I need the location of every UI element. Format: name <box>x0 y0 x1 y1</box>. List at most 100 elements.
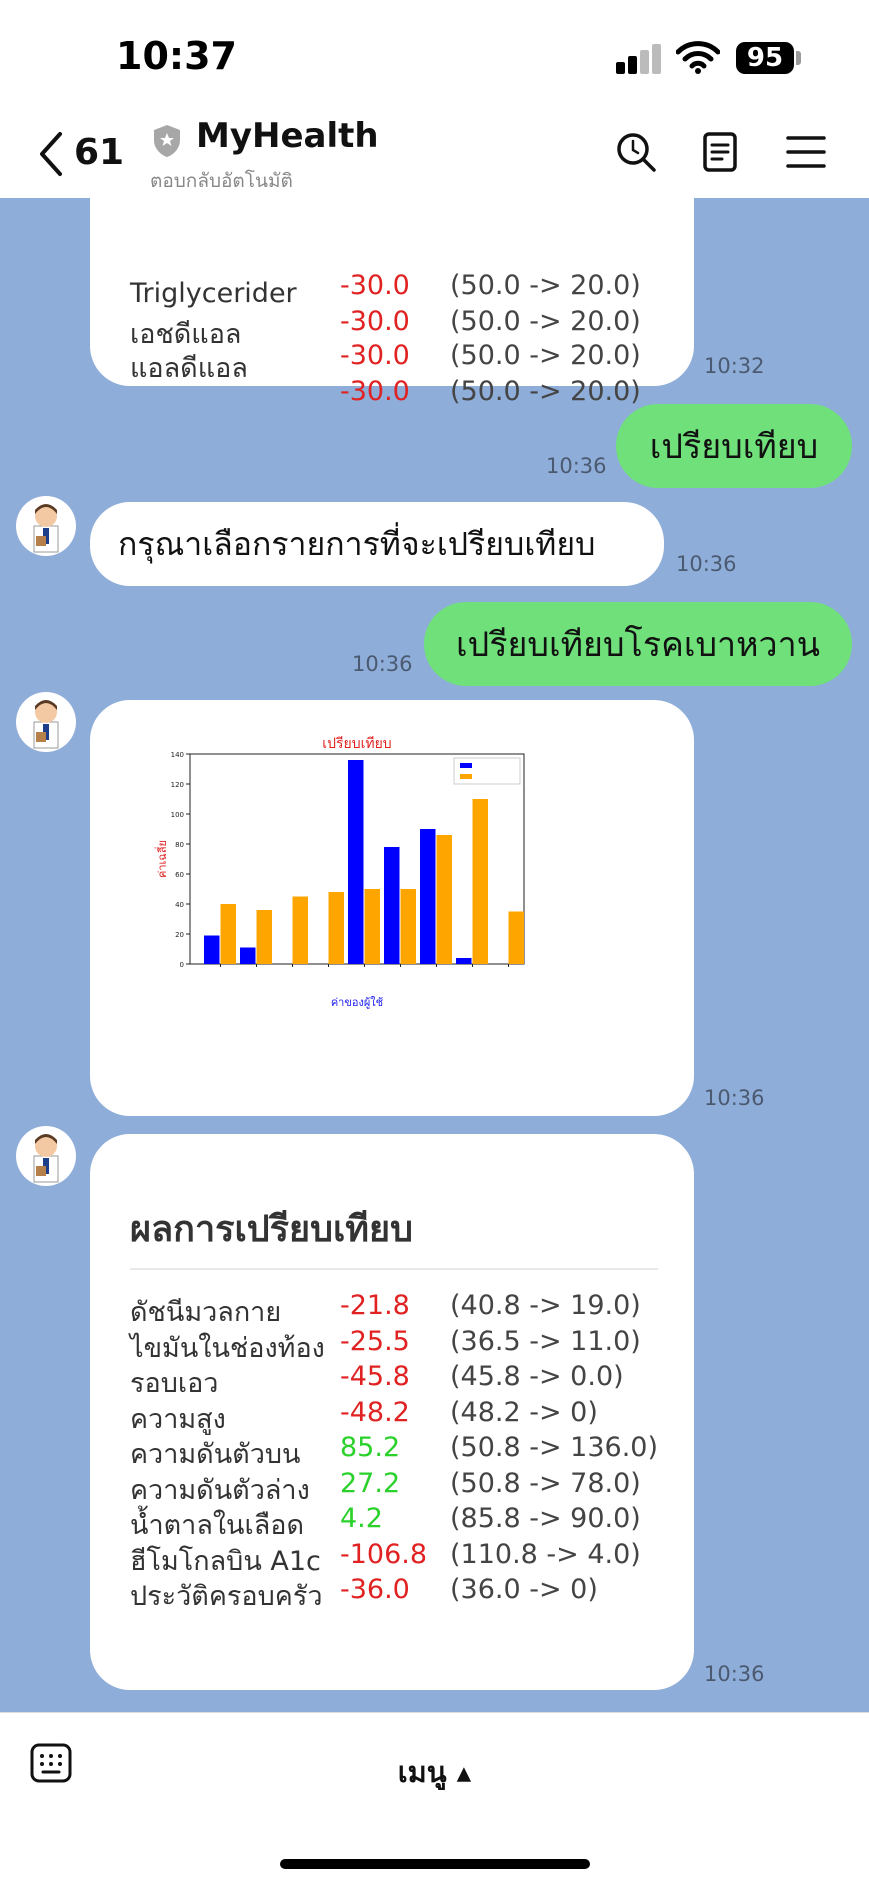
chart-bar <box>472 799 488 964</box>
chat-subtitle: ตอบกลับอัตโนมัติ <box>150 170 293 192</box>
chart-bar <box>256 910 272 964</box>
chart-message[interactable]: เปรียบเทียบค่าของผู้ใช้ ค่าเฉลี่ย 0 20 40 60 8… <box>90 700 694 1116</box>
doctor-avatar[interactable] <box>16 496 76 556</box>
chart-bar <box>348 760 364 964</box>
message-text: กรุณาเลือกรายการที่จะเปรียบเทียบ <box>118 524 596 563</box>
doctor-avatar-icon <box>33 504 59 553</box>
result-row-label: ประวัติครอบครัว <box>130 1581 323 1612</box>
chart-y-tick-label: 40 <box>175 901 184 909</box>
chart-y-tick-label: 80 <box>175 841 184 849</box>
chart-y-tick-label: 100 <box>171 811 184 819</box>
notes-icon[interactable] <box>698 130 742 174</box>
result-row-range: (50.8 -> 136.0) <box>450 1432 659 1463</box>
result-row-range: (45.8 -> 0.0) <box>450 1361 624 1392</box>
shield-icon <box>154 125 180 157</box>
chart-bar <box>384 847 400 964</box>
result-row-diff: 85.2 <box>340 1432 401 1463</box>
bot-message-prompt: กรุณาเลือกรายการที่จะเปรียบเทียบ <box>90 502 664 586</box>
row-range: (50.0 -> 20.0) <box>450 376 641 407</box>
chart-bar <box>204 935 220 964</box>
result-row-range: (85.8 -> 90.0) <box>450 1503 641 1534</box>
result-row-range: (110.8 -> 4.0) <box>450 1538 641 1570</box>
row-diff: -30.0 <box>340 270 410 301</box>
chart-bar <box>400 889 416 964</box>
doctor-avatar[interactable] <box>16 1126 76 1186</box>
chat-area[interactable]: Triglycerider -30.0 (50.0 -> 20.0) เอชดีแอล… <box>0 198 869 1712</box>
chat-header: 61 MyHealth ตอบกลับอัตโนมัติ <box>0 110 869 198</box>
rich-menu-toggle[interactable]: เมนู ▴ <box>0 1749 869 1795</box>
result-row-diff: -21.8 <box>340 1290 410 1321</box>
status-bar: 10:37 95 <box>0 0 869 110</box>
home-indicator <box>280 1859 590 1869</box>
message-time: 10:36 <box>704 1662 765 1686</box>
message-time: 10:36 <box>704 1086 765 1110</box>
comparison-bar-chart[interactable]: เปรียบเทียบค่าของผู้ใช้ ค่าเฉลี่ย 0 20 40 60 8… <box>90 700 694 1116</box>
message-text: เปรียบเทียบ <box>649 427 819 467</box>
chart-y-tick-label: 120 <box>171 781 184 789</box>
chart-bar <box>436 835 452 964</box>
result-row-diff: 27.2 <box>340 1467 401 1499</box>
chart-y-tick-label: 20 <box>175 931 184 939</box>
result-row-diff: -36.0 <box>340 1574 410 1605</box>
row-range: (50.0 -> 20.0) <box>450 270 641 301</box>
result-row-range: (48.2 -> 0) <box>450 1396 598 1428</box>
row-diff: -30.0 <box>340 376 410 407</box>
status-time: 10:37 <box>116 34 237 78</box>
result-row-range: (50.8 -> 78.0) <box>450 1467 641 1499</box>
chart-y-label: ค่าเฉลี่ย <box>154 840 169 878</box>
chart-y-tick-label: 0 <box>180 961 184 969</box>
result-row-range: (36.5 -> 11.0) <box>450 1325 641 1357</box>
chart-bar <box>292 896 308 964</box>
divider <box>130 1268 658 1270</box>
comparison-result-card: ผลการเปรียบเทียบ ดัชนีมวลกาย -21.8 (40.8 -… <box>90 1134 694 1690</box>
row-range: (50.0 -> 20.0) <box>450 306 641 337</box>
result-row-diff: -106.8 <box>340 1538 428 1570</box>
chart-y-tick-label: 140 <box>171 751 184 759</box>
hamburger-icon[interactable] <box>784 130 828 174</box>
message-time: 10:32 <box>704 354 765 378</box>
chart-bar <box>420 829 436 964</box>
back-unread-count[interactable]: 61 <box>74 132 124 173</box>
chart-legend-swatch <box>460 774 472 779</box>
chevron-left-icon[interactable] <box>36 130 64 178</box>
result-row-diff: -48.2 <box>340 1396 410 1428</box>
chart-title: เปรียบเทียบ <box>322 736 391 752</box>
search-icon[interactable] <box>614 130 658 174</box>
bottom-bar: เมนู ▴ <box>0 1712 869 1884</box>
battery-indicator: 95 <box>736 42 794 74</box>
message-time: 10:36 <box>546 454 607 478</box>
row-range: (50.0 -> 20.0) <box>450 340 641 371</box>
chart-x-label: ค่าของผู้ใช้ <box>331 996 383 1009</box>
message-time: 10:36 <box>676 552 737 576</box>
row-label: แอลดีแอล <box>130 353 248 384</box>
row-label: Triglycerider <box>130 278 297 309</box>
chart-bar <box>240 947 256 964</box>
signal-icon <box>616 44 662 74</box>
result-row-range: (40.8 -> 19.0) <box>450 1290 641 1321</box>
doctor-avatar-icon <box>33 700 59 749</box>
chart-legend-swatch <box>460 763 472 768</box>
doctor-avatar-icon <box>33 1134 59 1183</box>
result-row-diff: 4.2 <box>340 1503 383 1534</box>
result-row-range: (36.0 -> 0) <box>450 1574 598 1605</box>
chart-bar <box>220 904 236 964</box>
battery-tip <box>796 51 801 65</box>
user-message-compare: เปรียบเทียบ <box>616 404 852 488</box>
chart-y-tick-label: 60 <box>175 871 184 879</box>
doctor-avatar[interactable] <box>16 692 76 752</box>
chart-bar <box>328 892 344 964</box>
result-row-diff: -25.5 <box>340 1325 410 1357</box>
chart-legend <box>453 757 521 785</box>
result-row-diff: -45.8 <box>340 1361 410 1392</box>
wifi-icon <box>676 41 720 74</box>
row-diff: -30.0 <box>340 306 410 337</box>
message-text: เปรียบเทียบโรคเบาหวาน <box>456 625 820 665</box>
chart-bar <box>508 911 524 964</box>
message-time: 10:36 <box>352 652 413 676</box>
chart-bar <box>364 889 380 964</box>
user-message-diabetes: เปรียบเทียบโรคเบาหวาน <box>424 602 852 686</box>
result-title: ผลการเปรียบเทียบ <box>130 1209 413 1250</box>
chat-title: MyHealth <box>196 116 379 156</box>
previous-result-card: Triglycerider -30.0 (50.0 -> 20.0) เอชดีแอล… <box>90 198 694 407</box>
chart-bar <box>456 958 472 964</box>
